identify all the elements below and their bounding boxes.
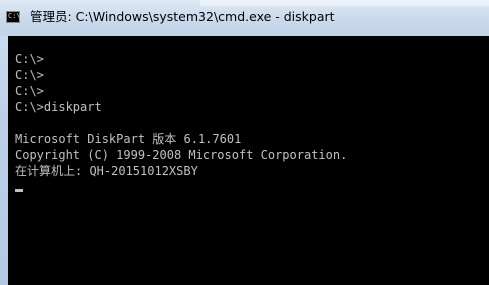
title-bar[interactable]: C:\ 管理员: C:\Windows\system32\cmd.exe - d…	[0, 0, 489, 36]
text-cursor	[15, 189, 23, 192]
title-bar-highlight	[200, 0, 489, 6]
cmd-icon[interactable]: C:\	[6, 11, 21, 23]
console-line: C:\>	[15, 52, 44, 66]
console-line: 在计算机上: QH-20151012XSBY	[15, 164, 198, 178]
console-output-area[interactable]: C:\> C:\> C:\> C:\>diskpart Microsoft Di…	[8, 36, 489, 285]
cmd-icon-glyph: C:\	[8, 12, 21, 20]
window-title: 管理员: C:\Windows\system32\cmd.exe - diskp…	[30, 9, 335, 24]
console-line: C:\>	[15, 84, 44, 98]
console-line: Microsoft DiskPart 版本 6.1.7601	[15, 132, 242, 146]
cmd-window: C:\ 管理员: C:\Windows\system32\cmd.exe - d…	[0, 0, 489, 285]
console-line: C:\>	[15, 68, 44, 82]
console-line: C:\>diskpart	[15, 100, 102, 114]
console-line: Copyright (C) 1999-2008 Microsoft Corpor…	[15, 148, 348, 162]
